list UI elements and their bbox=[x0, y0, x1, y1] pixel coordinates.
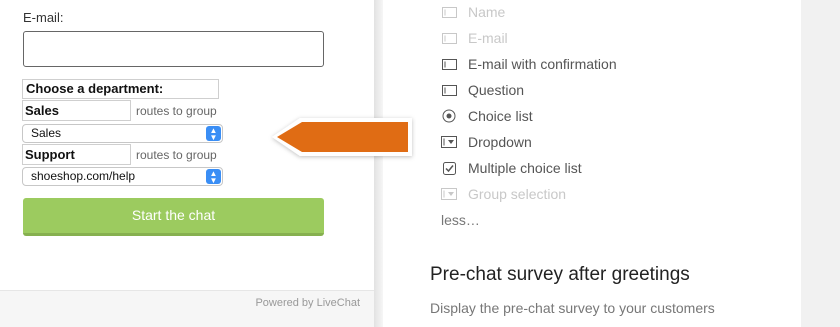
orange-arrow-icon bbox=[272, 118, 412, 156]
field-type-label: Question bbox=[468, 82, 525, 98]
checkbox-icon bbox=[441, 160, 457, 176]
select-value: Sales bbox=[31, 126, 62, 140]
form-footer: Powered by LiveChat bbox=[0, 290, 374, 327]
field-type-dropdown[interactable]: Dropdown bbox=[441, 132, 532, 152]
email-field[interactable] bbox=[23, 31, 324, 67]
department-name-sales[interactable]: Sales bbox=[22, 100, 131, 121]
department-name-support[interactable]: Support bbox=[22, 144, 131, 165]
panel-divider bbox=[374, 0, 383, 327]
text-field-icon bbox=[441, 56, 457, 72]
field-type-choice-list[interactable]: Choice list bbox=[441, 106, 533, 126]
start-chat-button[interactable]: Start the chat bbox=[23, 198, 324, 236]
chat-form-preview: E-mail: Choose a department: Sales route… bbox=[0, 0, 374, 327]
dropdown-icon bbox=[441, 186, 457, 202]
group-select-sales[interactable]: Sales ▲ ▼ bbox=[22, 124, 223, 143]
field-type-name: Name bbox=[441, 2, 505, 22]
field-type-label: Group selection bbox=[468, 186, 567, 202]
group-select-support[interactable]: shoeshop.com/help ▲ ▼ bbox=[22, 167, 223, 186]
dropdown-icon bbox=[441, 134, 457, 150]
text-field-icon bbox=[441, 82, 457, 98]
email-label: E-mail: bbox=[23, 10, 64, 25]
field-type-label: E-mail with confirmation bbox=[468, 56, 617, 72]
routes-label: routes to group bbox=[136, 104, 217, 118]
text-field-icon bbox=[441, 4, 457, 20]
select-value: shoeshop.com/help bbox=[31, 169, 136, 183]
field-type-label: Dropdown bbox=[468, 134, 532, 150]
field-type-email: E-mail bbox=[441, 28, 508, 48]
field-type-multiple-choice[interactable]: Multiple choice list bbox=[441, 158, 582, 178]
chevron-updown-icon: ▲ ▼ bbox=[206, 169, 221, 185]
routes-label: routes to group bbox=[136, 148, 217, 162]
section-description: Display the pre-chat survey to your cust… bbox=[430, 300, 715, 316]
powered-by-label: Powered by LiveChat bbox=[255, 297, 360, 309]
radio-icon bbox=[441, 108, 457, 124]
chevron-updown-icon: ▲ ▼ bbox=[206, 126, 221, 142]
field-type-email-confirmation[interactable]: E-mail with confirmation bbox=[441, 54, 617, 74]
field-type-label: Choice list bbox=[468, 108, 533, 124]
field-type-label: E-mail bbox=[468, 30, 508, 46]
section-title: Pre-chat survey after greetings bbox=[430, 264, 690, 285]
field-type-label: Name bbox=[468, 4, 506, 20]
less-link[interactable]: less… bbox=[441, 212, 480, 228]
field-type-question[interactable]: Question bbox=[441, 80, 524, 100]
field-type-label: Multiple choice list bbox=[468, 160, 582, 176]
text-field-icon bbox=[441, 30, 457, 46]
department-heading: Choose a department: bbox=[22, 79, 219, 99]
field-type-group-selection: Group selection bbox=[441, 184, 566, 204]
